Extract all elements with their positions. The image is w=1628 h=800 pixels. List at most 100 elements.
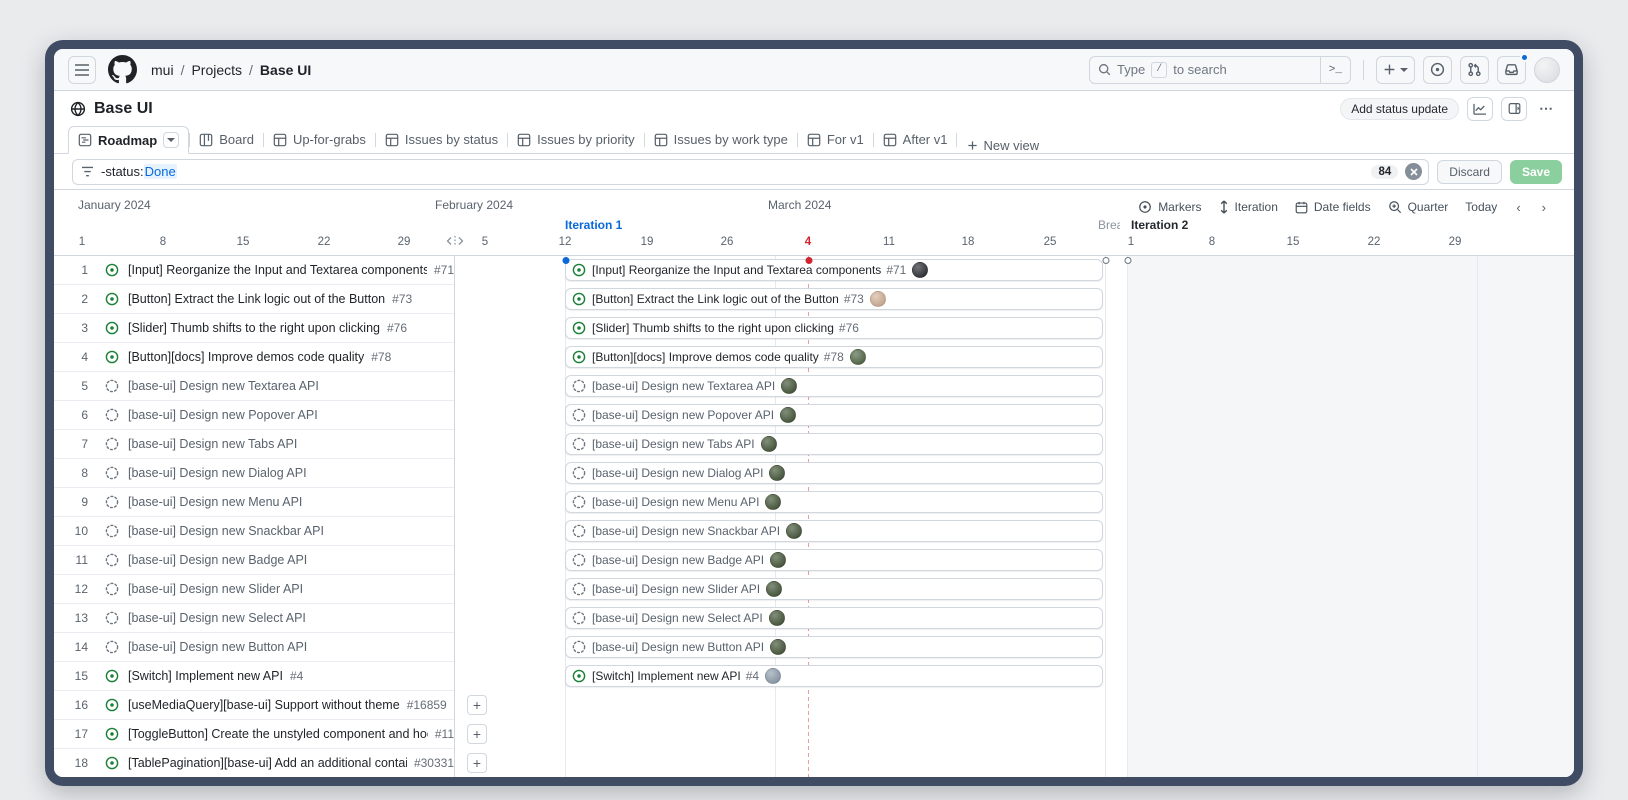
date-tick: 8 <box>1209 236 1215 248</box>
tab-board[interactable]: Board <box>190 126 263 153</box>
command-palette-icon[interactable]: >_ <box>1320 57 1350 83</box>
draft-issue-icon <box>572 582 586 596</box>
markers-button[interactable]: Markers <box>1138 200 1201 214</box>
bar-title: [Button][docs] Improve demos code qualit… <box>592 350 819 364</box>
table-row[interactable]: 6[base-ui] Design new Popover API <box>54 401 454 430</box>
zoom-level-button[interactable]: Quarter <box>1388 200 1449 214</box>
user-avatar[interactable] <box>1534 57 1560 83</box>
tab-for-v1[interactable]: For v1 <box>798 126 873 153</box>
table-row[interactable]: 10[base-ui] Design new Snackbar API <box>54 517 454 546</box>
issue-opened-icon <box>105 321 119 335</box>
tab-issues-by-status[interactable]: Issues by status <box>376 126 507 153</box>
draft-issue-icon <box>105 553 119 567</box>
timeline-bar[interactable]: [base-ui] Design new Tabs API <box>565 433 1103 455</box>
timeline-bar[interactable]: [base-ui] Design new Textarea API <box>565 375 1103 397</box>
breadcrumb-org[interactable]: mui <box>151 62 174 78</box>
tab-roadmap[interactable]: Roadmap <box>68 126 189 154</box>
timeline-bar[interactable]: [Button][docs] Improve demos code qualit… <box>565 346 1103 368</box>
draft-issue-icon <box>105 466 119 480</box>
add-date-button[interactable]: + <box>467 753 487 773</box>
sort-arrows-icon <box>1219 200 1229 214</box>
table-row[interactable]: 11[base-ui] Design new Badge API <box>54 546 454 575</box>
github-logo[interactable] <box>108 55 137 84</box>
row-number: 6 <box>54 408 88 422</box>
tab-options-button[interactable] <box>163 132 179 148</box>
side-panel-button[interactable] <box>1501 97 1527 121</box>
tab-issues-by-work-type[interactable]: Issues by work type <box>645 126 797 153</box>
today-button[interactable]: Today <box>1465 200 1497 214</box>
date-tick: 15 <box>237 236 250 248</box>
add-date-button[interactable]: + <box>467 724 487 744</box>
tab-after-v1[interactable]: After v1 <box>874 126 957 153</box>
timeline-bar[interactable]: [base-ui] Design new Slider API <box>565 578 1103 600</box>
tab-label: Roadmap <box>98 133 157 148</box>
project-menu-button[interactable]: ⋯ <box>1535 100 1558 117</box>
filter-input[interactable]: -status:Done 84 <box>72 159 1429 185</box>
date-fields-button[interactable]: Date fields <box>1295 200 1371 214</box>
table-row[interactable]: 16[useMediaQuery][base-ui] Support witho… <box>54 691 454 720</box>
issue-opened-icon <box>105 292 119 306</box>
table-row[interactable]: 15[Switch] Implement new API#4 <box>54 662 454 691</box>
table-row[interactable]: 12[base-ui] Design new Slider API <box>54 575 454 604</box>
timeline-bar[interactable]: [Button] Extract the Link logic out of t… <box>565 288 1103 310</box>
timeline-row: [base-ui] Design new Tabs API <box>455 430 1574 459</box>
add-date-button[interactable]: + <box>467 695 487 715</box>
bar-title: [Button] Extract the Link logic out of t… <box>592 292 839 306</box>
timeline-bar[interactable]: [base-ui] Design new Menu API <box>565 491 1103 513</box>
issue-opened-icon <box>105 698 119 712</box>
insights-button[interactable] <box>1467 97 1493 121</box>
new-view-button[interactable]: New view <box>957 138 1049 153</box>
timeline-bar[interactable]: [base-ui] Design new Button API <box>565 636 1103 658</box>
timeline-bar[interactable]: [base-ui] Design new Dialog API <box>565 462 1103 484</box>
table-view-icon <box>385 133 399 147</box>
scroll-left-button[interactable]: ‹ <box>1514 200 1522 215</box>
save-button[interactable]: Save <box>1510 160 1562 184</box>
iteration-button[interactable]: Iteration <box>1219 200 1278 214</box>
table-row[interactable]: 13[base-ui] Design new Select API <box>54 604 454 633</box>
timeline-bar[interactable]: [base-ui] Design new Snackbar API <box>565 520 1103 542</box>
timeline-bar[interactable]: [base-ui] Design new Select API <box>565 607 1103 629</box>
table-row[interactable]: 18[TablePagination][base-ui] Add an addi… <box>54 749 454 777</box>
row-issue-number: #4 <box>290 669 303 683</box>
add-status-update-button[interactable]: Add status update <box>1340 98 1459 120</box>
search-input[interactable]: Type / to search >_ <box>1089 56 1351 84</box>
clear-filter-button[interactable] <box>1405 163 1422 180</box>
timeline-bar[interactable]: [Switch] Implement new API#4 <box>565 665 1103 687</box>
table-row[interactable]: 5[base-ui] Design new Textarea API <box>54 372 454 401</box>
create-new-button[interactable] <box>1376 56 1415 84</box>
table-row[interactable]: 7[base-ui] Design new Tabs API <box>54 430 454 459</box>
pull-requests-button[interactable] <box>1460 56 1489 84</box>
scroll-right-button[interactable]: › <box>1540 200 1548 215</box>
row-title: [base-ui] Design new Button API <box>128 640 307 654</box>
draft-issue-icon <box>572 408 586 422</box>
discard-button[interactable]: Discard <box>1437 160 1502 184</box>
table-row[interactable]: 8[base-ui] Design new Dialog API <box>54 459 454 488</box>
table-row[interactable]: 2[Button] Extract the Link logic out of … <box>54 285 454 314</box>
timeline-bar[interactable]: [base-ui] Design new Popover API <box>565 404 1103 426</box>
assignee-avatar <box>761 436 777 452</box>
issue-opened-icon <box>572 263 586 277</box>
bar-title: [Input] Reorganize the Input and Textare… <box>592 263 881 277</box>
roadmap-header: January 2024February 2024March 2024April… <box>54 190 1574 256</box>
table-row[interactable]: 14[base-ui] Design new Button API <box>54 633 454 662</box>
column-resize-handle[interactable] <box>446 236 464 246</box>
table-row[interactable]: 1[Input] Reorganize the Input and Textar… <box>54 256 454 285</box>
draft-issue-icon <box>105 553 119 567</box>
slash-keycap: / <box>1151 62 1167 78</box>
breadcrumb-projects[interactable]: Projects <box>191 62 242 78</box>
inbox-button[interactable] <box>1497 56 1526 84</box>
timeline-bar[interactable]: [Slider] Thumb shifts to the right upon … <box>565 317 1103 339</box>
timeline-bar[interactable]: [base-ui] Design new Badge API <box>565 549 1103 571</box>
assignee-avatar <box>786 523 802 539</box>
project-title-bar: Base UI Add status update ⋯ <box>54 91 1574 126</box>
issues-button[interactable] <box>1423 56 1452 84</box>
hamburger-menu-button[interactable] <box>68 56 96 84</box>
table-row[interactable]: 17[ToggleButton] Create the unstyled com… <box>54 720 454 749</box>
table-row[interactable]: 9[base-ui] Design new Menu API <box>54 488 454 517</box>
table-row[interactable]: 3[Slider] Thumb shifts to the right upon… <box>54 314 454 343</box>
table-row[interactable]: 4[Button][docs] Improve demos code quali… <box>54 343 454 372</box>
draft-issue-icon <box>572 611 586 625</box>
tab-up-for-grabs[interactable]: Up-for-grabs <box>264 126 375 153</box>
tab-issues-by-priority[interactable]: Issues by priority <box>508 126 644 153</box>
timeline-bar[interactable]: [Input] Reorganize the Input and Textare… <box>565 259 1103 281</box>
